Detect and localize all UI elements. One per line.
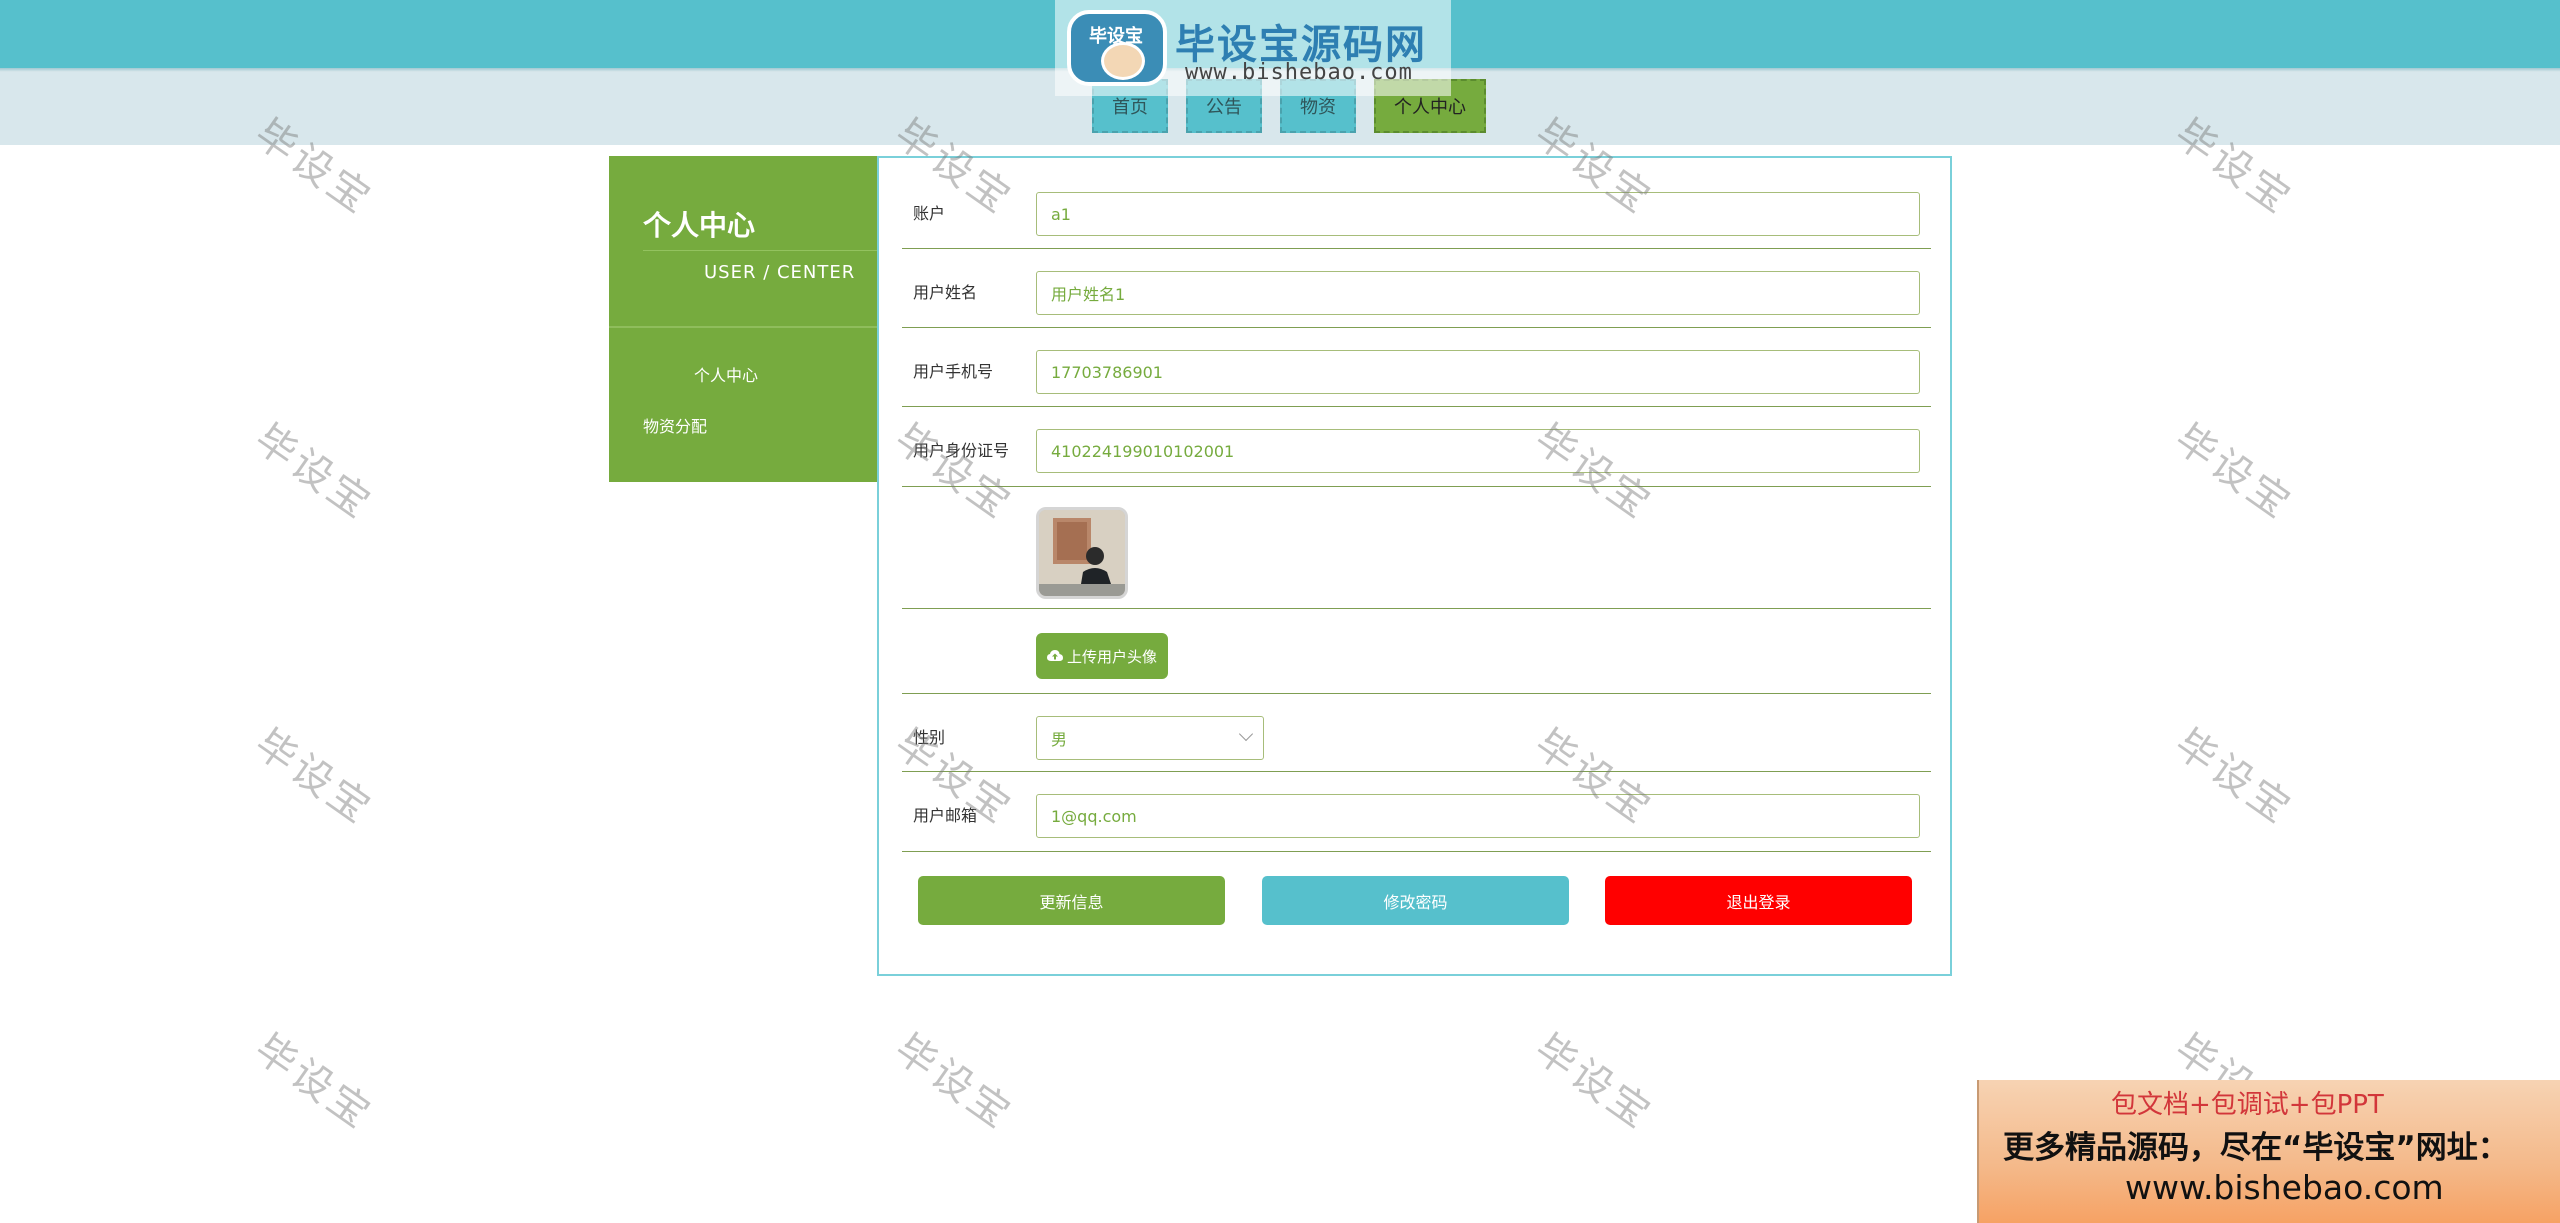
form-row-email: 用户邮箱: [902, 772, 1931, 852]
chevron-down-icon: [1238, 726, 1254, 742]
watermark: 毕设宝: [886, 1025, 1021, 1139]
logo-face-icon: [1101, 42, 1145, 80]
sidebar-divider: [609, 326, 877, 328]
sidebar-item-user-center[interactable]: 个人中心: [694, 362, 758, 386]
watermark: 毕设宝: [2166, 415, 2301, 529]
email-input[interactable]: [1036, 794, 1920, 838]
watermark: 毕设宝: [1526, 1025, 1661, 1139]
logo-badge-icon: 毕设宝: [1067, 10, 1167, 86]
account-input[interactable]: [1036, 192, 1920, 236]
form-row-idcard: 用户身份证号: [902, 407, 1931, 487]
promo-line-1: 包文档+包调试+包PPT: [2111, 1090, 2384, 1120]
sidebar-title: 个人中心: [643, 209, 756, 242]
sidebar: 个人中心 USER / CENTER 个人中心 物资分配: [609, 156, 877, 482]
promo-line-2: 更多精品源码，尽在“毕设宝”网址：: [2003, 1130, 2509, 1166]
gender-select[interactable]: 男: [1036, 716, 1264, 760]
avatar-photo-icon: [1039, 510, 1125, 596]
cloud-upload-icon: [1046, 650, 1063, 661]
watermark: 毕设宝: [246, 1025, 381, 1139]
logo-url: www.bishebao.com: [1185, 60, 1413, 85]
update-info-button[interactable]: 更新信息: [918, 876, 1225, 925]
gender-label: 性别: [913, 728, 946, 747]
form-row-account: 账户: [902, 158, 1931, 249]
idcard-input[interactable]: [1036, 429, 1920, 473]
form-row-avatar: [902, 487, 1931, 609]
sidebar-item-supply-allocation[interactable]: 物资分配: [643, 413, 707, 437]
logo-watermark: 毕设宝 毕设宝源码网 www.bishebao.com: [1055, 0, 1451, 96]
upload-avatar-label: 上传用户头像: [1066, 647, 1157, 666]
idcard-label: 用户身份证号: [913, 441, 1010, 460]
name-input[interactable]: [1036, 271, 1920, 315]
sidebar-divider: [643, 250, 877, 251]
watermark: 毕设宝: [246, 720, 381, 834]
profile-form-panel: 账户 用户姓名 用户手机号 用户身份证号: [877, 156, 1952, 976]
upload-avatar-button[interactable]: 上传用户头像: [1036, 633, 1168, 679]
form-row-gender: 性别 男: [902, 694, 1931, 772]
phone-input[interactable]: [1036, 350, 1920, 394]
form-row-upload: 上传用户头像: [902, 609, 1931, 694]
account-label: 账户: [913, 204, 946, 223]
watermark: 毕设宝: [246, 415, 381, 529]
change-password-button[interactable]: 修改密码: [1262, 876, 1569, 925]
promo-banner: 包文档+包调试+包PPT 更多精品源码，尽在“毕设宝”网址： www.bishe…: [1977, 1080, 2560, 1223]
logout-button[interactable]: 退出登录: [1605, 876, 1912, 925]
sidebar-subtitle: USER / CENTER: [704, 262, 856, 283]
gender-value: 男: [1051, 730, 1068, 749]
form-row-phone: 用户手机号: [902, 328, 1931, 407]
name-label: 用户姓名: [913, 283, 978, 302]
promo-url: www.bishebao.com: [2125, 1168, 2444, 1207]
phone-label: 用户手机号: [913, 362, 994, 381]
avatar: [1036, 507, 1128, 599]
form-row-name: 用户姓名: [902, 249, 1931, 328]
watermark: 毕设宝: [2166, 720, 2301, 834]
email-label: 用户邮箱: [913, 806, 978, 825]
